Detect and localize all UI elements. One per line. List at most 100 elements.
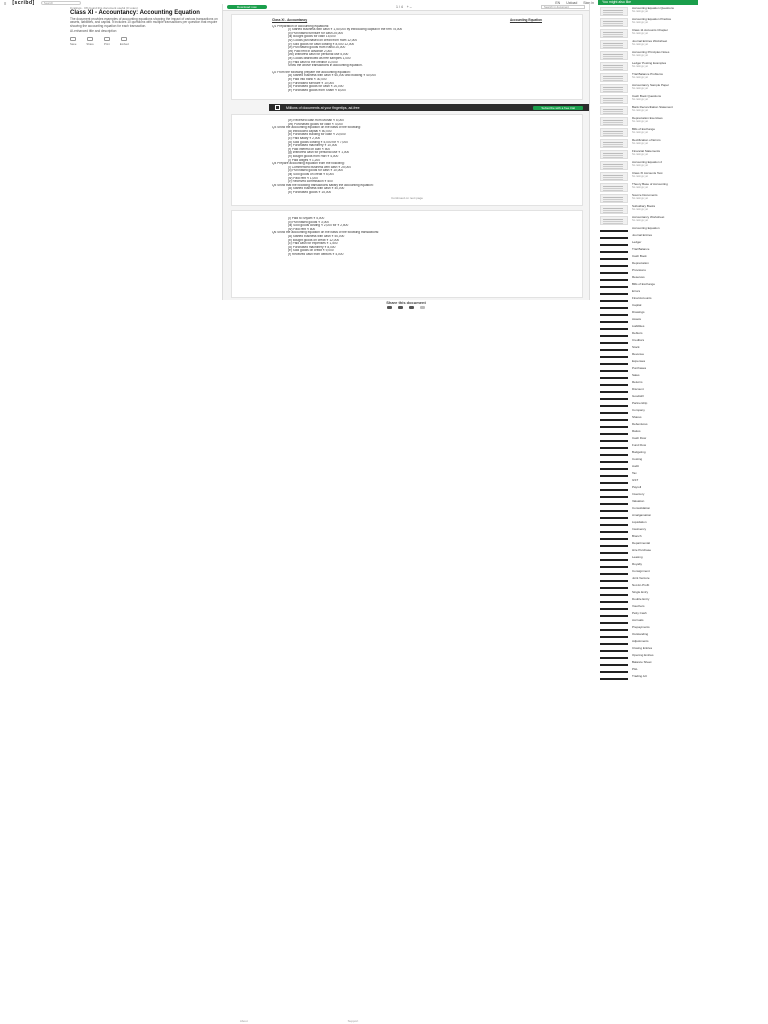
related-link[interactable]: GST bbox=[600, 478, 766, 484]
related-link[interactable]: Company bbox=[600, 408, 766, 414]
related-link[interactable]: Petty Cash bbox=[600, 611, 766, 617]
related-link[interactable]: Consignment bbox=[600, 569, 766, 575]
related-document[interactable]: Financial Statements No ratings yet bbox=[600, 149, 766, 159]
search-input[interactable]: Search bbox=[40, 1, 81, 5]
related-link[interactable]: Consolidation bbox=[600, 506, 766, 512]
related-link[interactable]: Debentures bbox=[600, 422, 766, 428]
related-link[interactable]: Payroll bbox=[600, 485, 766, 491]
related-link[interactable]: Royalty bbox=[600, 562, 766, 568]
related-link[interactable]: Reserves bbox=[600, 275, 766, 281]
email-icon[interactable] bbox=[409, 306, 414, 309]
related-link[interactable]: Discount bbox=[600, 387, 766, 393]
related-link[interactable]: Ledger bbox=[600, 240, 766, 246]
related-link[interactable]: Joint Venture bbox=[600, 576, 766, 582]
related-link[interactable]: Partnership bbox=[600, 401, 766, 407]
related-link[interactable]: Liabilities bbox=[600, 324, 766, 330]
related-document[interactable]: Accountancy Worksheet No ratings yet bbox=[600, 215, 766, 225]
related-document[interactable]: Theory Base of Accounting No ratings yet bbox=[600, 182, 766, 192]
related-link[interactable]: Not-for-Profit bbox=[600, 583, 766, 589]
related-link[interactable]: Depreciation bbox=[600, 261, 766, 267]
related-document[interactable]: Class 11 Accounts Chapter No ratings yet bbox=[600, 28, 766, 38]
related-link[interactable]: Budgeting bbox=[600, 450, 766, 456]
related-link[interactable]: Vouchers bbox=[600, 604, 766, 610]
related-link[interactable]: Valuation bbox=[600, 499, 766, 505]
related-link[interactable]: Returns bbox=[600, 380, 766, 386]
related-link[interactable]: Double Entry bbox=[600, 597, 766, 603]
print-action[interactable]: Print bbox=[103, 36, 110, 46]
page-indicator[interactable]: 1 / 4 bbox=[396, 5, 403, 9]
related-link[interactable]: Single Entry bbox=[600, 590, 766, 596]
related-link[interactable]: Accruals bbox=[600, 618, 766, 624]
related-document[interactable]: Rectification of Errors No ratings yet bbox=[600, 138, 766, 148]
related-link[interactable]: P&L bbox=[600, 667, 766, 673]
embed-action[interactable]: Embed bbox=[120, 36, 129, 46]
related-link[interactable]: Final Accounts bbox=[600, 296, 766, 302]
related-document[interactable]: Source Documents No ratings yet bbox=[600, 193, 766, 203]
related-document[interactable]: Journal Entries Worksheet No ratings yet bbox=[600, 39, 766, 49]
facebook-icon[interactable] bbox=[387, 306, 392, 309]
related-link[interactable]: Tax bbox=[600, 471, 766, 477]
related-link[interactable]: Prepayments bbox=[600, 625, 766, 631]
related-link[interactable]: Inventory bbox=[600, 492, 766, 498]
related-link[interactable]: Insolvency bbox=[600, 527, 766, 533]
related-link[interactable]: Sales bbox=[600, 373, 766, 379]
twitter-icon[interactable] bbox=[398, 306, 403, 309]
related-link[interactable]: Expenses bbox=[600, 359, 766, 365]
related-link[interactable]: Departmental bbox=[600, 541, 766, 547]
related-link[interactable]: Bills of Exchange bbox=[600, 282, 766, 288]
related-document[interactable]: Accounting Principles Notes No ratings ye… bbox=[600, 50, 766, 60]
related-link[interactable]: Outstanding bbox=[600, 632, 766, 638]
related-link[interactable]: Branch bbox=[600, 534, 766, 540]
related-link[interactable]: Shares bbox=[600, 415, 766, 421]
share-action[interactable]: Share bbox=[86, 36, 94, 46]
related-link[interactable]: Journal Entries bbox=[600, 233, 766, 239]
related-document[interactable]: Subsidiary Books No ratings yet bbox=[600, 204, 766, 214]
related-document[interactable]: Trial Balance Problems No ratings yet bbox=[600, 72, 766, 82]
related-link[interactable]: Audit bbox=[600, 464, 766, 470]
related-link[interactable]: Balance Sheet bbox=[600, 660, 766, 666]
related-link[interactable]: Capital bbox=[600, 303, 766, 309]
related-link[interactable]: Stock bbox=[600, 345, 766, 351]
download-button[interactable]: Download now bbox=[227, 5, 267, 9]
related-link[interactable]: Cash Flow bbox=[600, 436, 766, 442]
related-document[interactable]: Accounting Equation 2 No ratings yet bbox=[600, 160, 766, 170]
related-link[interactable]: Leasing bbox=[600, 555, 766, 561]
related-link[interactable]: Closing Entries bbox=[600, 646, 766, 652]
related-document[interactable]: Bills of Exchange No ratings yet bbox=[600, 127, 766, 137]
related-document[interactable]: Accounting Equation Practice No ratings y… bbox=[600, 17, 766, 27]
menu-icon[interactable]: ≡ bbox=[4, 1, 6, 6]
related-document[interactable]: Depreciation Exercises No ratings yet bbox=[600, 116, 766, 126]
related-link[interactable]: Adjustments bbox=[600, 639, 766, 645]
zoom-controls[interactable]: + – bbox=[407, 5, 412, 9]
related-link[interactable]: Creditors bbox=[600, 338, 766, 344]
related-link[interactable]: Costing bbox=[600, 457, 766, 463]
related-link[interactable]: Revenue bbox=[600, 352, 766, 358]
related-link[interactable]: Fund Flow bbox=[600, 443, 766, 449]
related-link[interactable]: Trial Balance bbox=[600, 247, 766, 253]
site-logo[interactable]: [scribd] bbox=[12, 0, 34, 6]
related-link[interactable]: Accounting Equation bbox=[600, 226, 766, 232]
related-link[interactable]: Amalgamation bbox=[600, 513, 766, 519]
footer-support-link[interactable]: Support bbox=[348, 1019, 359, 1023]
related-link[interactable]: Opening Entries bbox=[600, 653, 766, 659]
related-link[interactable]: Liquidation bbox=[600, 520, 766, 526]
related-link[interactable]: Drawings bbox=[600, 310, 766, 316]
related-link[interactable]: Goodwill bbox=[600, 394, 766, 400]
related-document[interactable]: Accountancy Sample Paper No ratings yet bbox=[600, 83, 766, 93]
related-document[interactable]: Cash Book Questions No ratings yet bbox=[600, 94, 766, 104]
related-document[interactable]: Ledger Posting Examples No ratings yet bbox=[600, 61, 766, 71]
related-link[interactable]: Assets bbox=[600, 317, 766, 323]
subscribe-button[interactable]: Subscribe with a free trial bbox=[533, 105, 583, 110]
related-link[interactable]: Cash Book bbox=[600, 254, 766, 260]
related-document[interactable]: Bank Reconciliation Statement No ratings … bbox=[600, 105, 766, 115]
related-link[interactable]: Debtors bbox=[600, 331, 766, 337]
link-icon[interactable] bbox=[420, 306, 425, 309]
related-link[interactable]: Hire Purchase bbox=[600, 548, 766, 554]
related-link[interactable]: Trading A/c bbox=[600, 674, 766, 680]
footer-about-link[interactable]: About bbox=[240, 1019, 248, 1023]
save-action[interactable]: Save bbox=[70, 36, 76, 46]
related-document[interactable]: Class XI Accounts Test No ratings yet bbox=[600, 171, 766, 181]
related-link[interactable]: Errors bbox=[600, 289, 766, 295]
related-link[interactable]: Ratios bbox=[600, 429, 766, 435]
related-document[interactable]: Accounting Equation Questions No ratings … bbox=[600, 6, 766, 16]
